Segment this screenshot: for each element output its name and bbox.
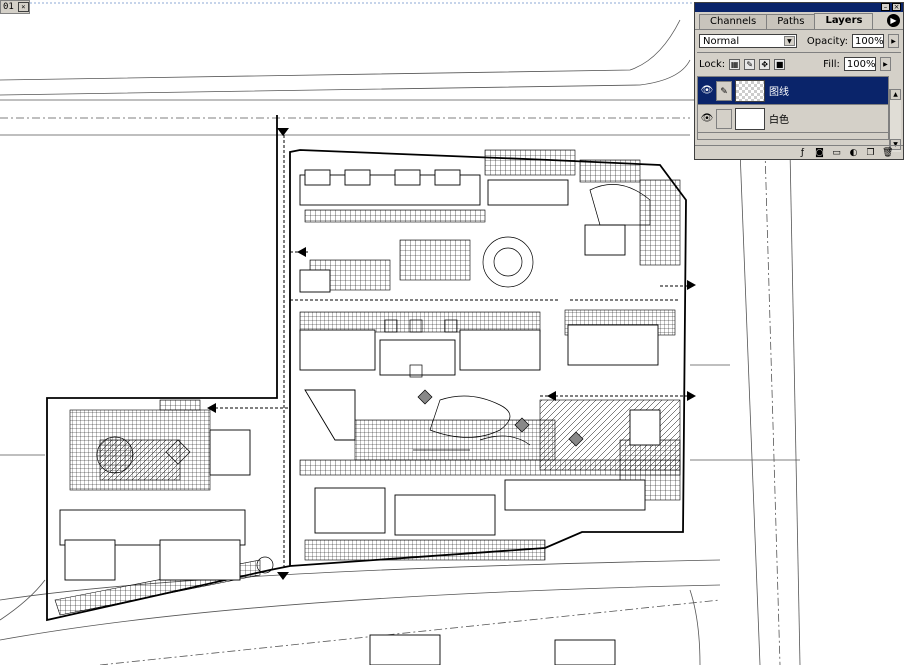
adjustment-layer-icon[interactable]: ◐: [848, 148, 859, 158]
document-tab-label: 01: [3, 2, 14, 12]
lock-transparency-icon[interactable]: ▦: [729, 58, 741, 70]
lock-row: Lock: ▦ ✎ ✥ ■ Fill: 100% ▶: [695, 53, 903, 75]
blend-mode-value: Normal: [703, 36, 740, 47]
tab-layers[interactable]: Layers: [814, 13, 874, 29]
layer-name: 白色: [769, 115, 789, 126]
new-group-icon[interactable]: ▭: [831, 148, 842, 158]
opacity-label: Opacity:: [806, 35, 849, 47]
layer-thumbnail: [735, 107, 765, 130]
lock-all-icon[interactable]: ■: [774, 58, 786, 70]
document-close-icon[interactable]: ×: [17, 2, 29, 12]
tab-channels[interactable]: Channels: [699, 14, 768, 29]
chevron-down-icon[interactable]: ▼: [783, 36, 795, 46]
lock-position-icon[interactable]: ✥: [759, 58, 771, 70]
scroll-up-icon[interactable]: ▲: [890, 89, 901, 100]
link-slot-icon[interactable]: [716, 108, 732, 129]
close-icon[interactable]: ×: [892, 3, 901, 11]
new-layer-icon[interactable]: ❐: [865, 148, 876, 158]
palette-bottom-bar: ƒ ◙ ▭ ◐ ❐ 🗑: [695, 145, 903, 159]
blend-mode-select[interactable]: Normal ▼: [699, 34, 797, 48]
eye-icon[interactable]: 👁: [698, 108, 716, 130]
lock-label: Lock:: [699, 58, 726, 70]
layer-thumbnail: [735, 79, 765, 102]
fill-label: Fill:: [823, 58, 840, 70]
minimize-icon[interactable]: –: [881, 3, 890, 11]
document-tab[interactable]: 01 ×: [0, 0, 30, 14]
layer-list-scrollbar[interactable]: ▲ ▼: [889, 89, 901, 152]
lock-image-icon[interactable]: ✎: [744, 58, 756, 70]
opacity-slider-arrow-icon[interactable]: ▶: [888, 34, 899, 48]
palette-tabs: Channels Paths Layers ▶: [695, 12, 903, 30]
eye-icon[interactable]: 👁: [698, 80, 716, 102]
layer-row[interactable]: 👁 ✎ 图线: [698, 77, 888, 105]
layer-list: 👁 ✎ 图线 👁 白色: [697, 76, 889, 140]
opacity-field[interactable]: 100%: [852, 34, 885, 48]
palette-menu-icon[interactable]: ▶: [887, 14, 900, 27]
tab-paths[interactable]: Paths: [766, 14, 816, 29]
layer-row[interactable]: 👁 白色: [698, 105, 888, 133]
layer-style-icon[interactable]: ƒ: [797, 148, 808, 158]
layer-mask-icon[interactable]: ◙: [814, 148, 825, 158]
trash-icon[interactable]: 🗑: [882, 148, 893, 158]
fill-slider-arrow-icon[interactable]: ▶: [879, 57, 891, 71]
layers-palette: – × Channels Paths Layers ▶ Normal ▼ Opa…: [694, 2, 904, 160]
fill-field[interactable]: 100%: [843, 57, 876, 71]
brush-icon[interactable]: ✎: [716, 80, 732, 101]
blend-row: Normal ▼ Opacity: 100% ▶: [695, 30, 903, 52]
layer-name: 图线: [769, 87, 789, 98]
palette-titlebar[interactable]: – ×: [695, 3, 903, 12]
